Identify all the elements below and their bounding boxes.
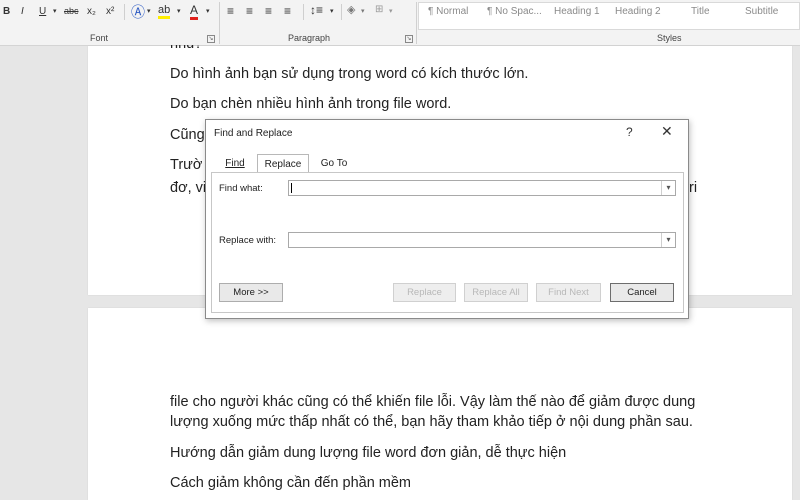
borders-dropdown-icon[interactable]: ▾ <box>389 7 393 15</box>
ribbon: B I U ▾ abc x₂ x² Ⓐ ▾ ab ▾ A ▾ Font ↘ ≡ … <box>0 0 800 46</box>
tab-goto[interactable]: Go To <box>312 154 356 173</box>
group-divider <box>219 2 220 44</box>
highlight-icon[interactable]: ab <box>158 4 171 19</box>
style-no-spacing[interactable]: ¶ No Spac... <box>487 6 542 17</box>
underline-button[interactable]: U <box>39 6 46 17</box>
font-dialog-launcher-icon[interactable]: ↘ <box>207 35 215 43</box>
document-line: Trườ <box>170 157 203 173</box>
find-replace-dialog: Find and Replace ? ✕ Find Replace Go To … <box>205 119 689 319</box>
ribbon-separator <box>303 4 304 20</box>
help-icon[interactable]: ? <box>626 125 633 139</box>
line-spacing-icon[interactable]: ↕≡ <box>310 3 323 17</box>
text-effects-icon[interactable]: Ⓐ <box>131 2 145 22</box>
replace-with-label: Replace with: <box>219 235 277 246</box>
close-icon[interactable]: ✕ <box>661 123 673 140</box>
underline-dropdown-icon[interactable]: ▾ <box>53 7 57 15</box>
document-line: Cách giảm không cần đến phần mềm <box>170 475 412 491</box>
strikethrough-button[interactable]: abc <box>64 6 79 16</box>
document-line: Cũng <box>170 127 205 143</box>
tab-find[interactable]: Find <box>216 154 254 173</box>
style-title[interactable]: Title <box>691 6 710 17</box>
line-spacing-dropdown-icon[interactable]: ▾ <box>330 7 334 15</box>
style-heading-1[interactable]: Heading 1 <box>554 6 600 17</box>
highlight-dropdown-icon[interactable]: ▾ <box>177 7 181 15</box>
shading-icon[interactable]: ◈ <box>347 3 355 16</box>
align-right-icon[interactable]: ≡ <box>265 4 272 18</box>
shading-dropdown-icon[interactable]: ▾ <box>361 7 365 15</box>
document-line: ri <box>689 180 698 196</box>
group-divider <box>416 2 417 44</box>
document-line: file cho người khác cũng có thể khiến fi… <box>170 394 696 410</box>
document-line: Hướng dẫn giảm dung lượng file word đơn … <box>170 445 567 461</box>
align-left-icon[interactable]: ≡ <box>227 4 234 18</box>
dialog-title: Find and Replace <box>214 128 293 139</box>
bold-button[interactable]: B <box>3 6 10 17</box>
tab-replace[interactable]: Replace <box>257 154 309 173</box>
justify-icon[interactable]: ≡ <box>284 4 291 18</box>
document-line: Do bạn chèn nhiều hình ảnh trong file wo… <box>170 96 452 112</box>
document-line: lượng xuống mức thấp nhất có thể, bạn hã… <box>170 414 693 430</box>
find-next-button[interactable]: Find Next <box>536 283 601 302</box>
find-what-input[interactable]: ▾ <box>288 180 676 196</box>
align-center-icon[interactable]: ≡ <box>246 4 253 18</box>
text-effects-dropdown-icon[interactable]: ▾ <box>147 7 151 15</box>
style-subtitle[interactable]: Subtitle <box>745 6 778 17</box>
chevron-down-icon[interactable]: ▾ <box>661 233 675 247</box>
document-line: đơ, vi <box>170 180 207 196</box>
font-color-dropdown-icon[interactable]: ▾ <box>206 7 210 15</box>
text-cursor <box>291 183 292 193</box>
font-color-icon[interactable]: A <box>190 3 199 20</box>
superscript-button[interactable]: x² <box>106 6 114 17</box>
ribbon-separator <box>124 4 125 20</box>
ribbon-separator <box>341 4 342 20</box>
document-line: Do hình ảnh bạn sử dụng trong word có kí… <box>170 66 529 82</box>
font-group-label: Font <box>90 33 109 43</box>
chevron-down-icon[interactable]: ▾ <box>661 181 675 195</box>
borders-icon[interactable]: ⊞ <box>375 4 383 15</box>
replace-button[interactable]: Replace <box>393 283 456 302</box>
replace-with-input[interactable]: ▾ <box>288 232 676 248</box>
replace-all-button[interactable]: Replace All <box>464 283 528 302</box>
style-normal[interactable]: ¶ Normal <box>428 6 468 17</box>
italic-button[interactable]: I <box>21 6 24 17</box>
styles-group-label: Styles <box>657 33 682 43</box>
subscript-button[interactable]: x₂ <box>87 6 96 17</box>
find-what-label: Find what: <box>219 183 263 194</box>
replace-panel: Find what: ▾ Replace with: ▾ More >> Rep… <box>211 172 684 313</box>
paragraph-dialog-launcher-icon[interactable]: ↘ <box>405 35 413 43</box>
style-heading-2[interactable]: Heading 2 <box>615 6 661 17</box>
paragraph-group-label: Paragraph <box>288 33 331 43</box>
styles-gallery <box>418 2 800 30</box>
cancel-button[interactable]: Cancel <box>610 283 674 302</box>
more-button[interactable]: More >> <box>219 283 283 302</box>
